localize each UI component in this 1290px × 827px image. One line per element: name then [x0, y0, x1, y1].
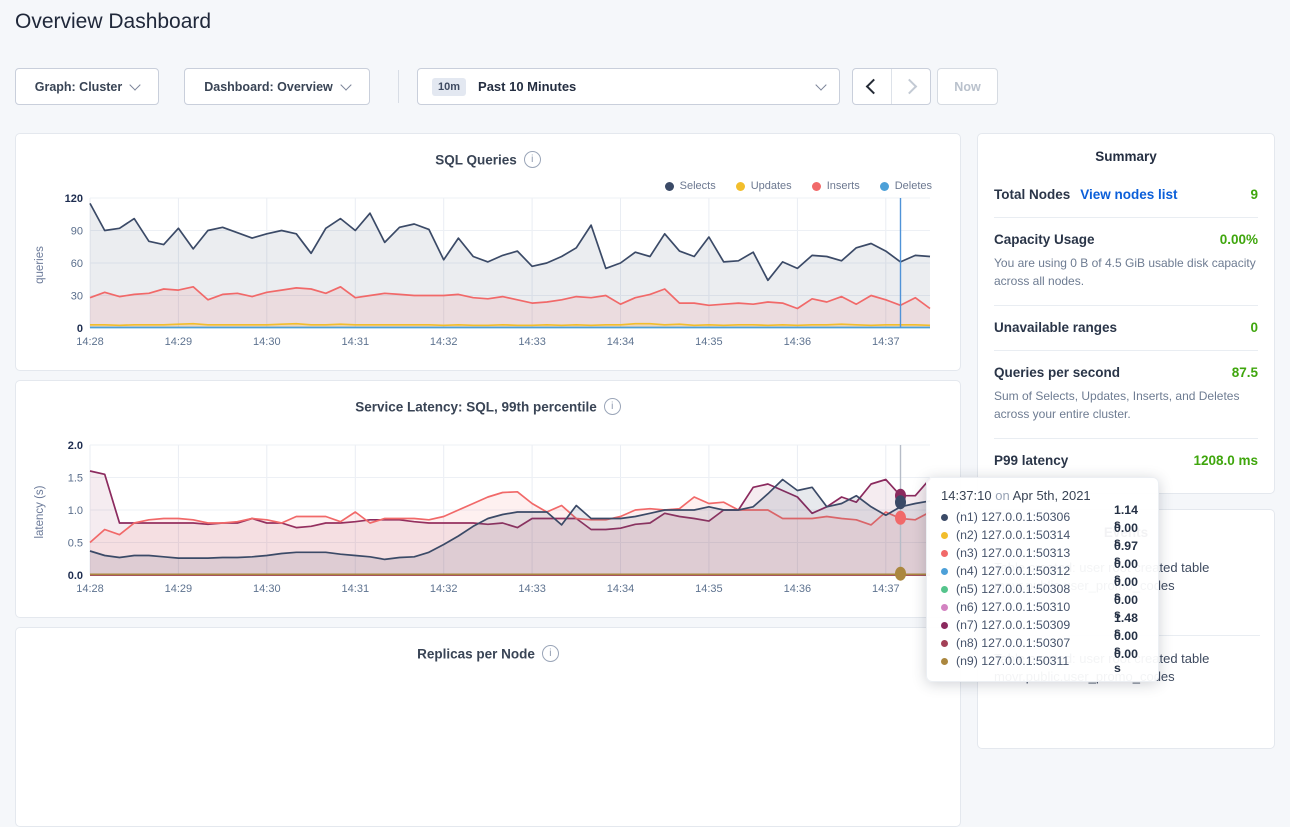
svg-text:14:33: 14:33: [518, 336, 546, 348]
chevron-right-icon: [902, 79, 918, 95]
svg-text:14:30: 14:30: [253, 336, 281, 348]
svg-text:14:28: 14:28: [76, 336, 104, 348]
series-dot-icon: [941, 568, 948, 575]
svg-text:14:35: 14:35: [695, 336, 723, 348]
series-dot-icon: [941, 640, 948, 647]
queries-per-second-value: 87.5: [1232, 365, 1258, 380]
summary-row-capacity-usage: Capacity Usage 0.00% You are using 0 B o…: [994, 218, 1258, 306]
unavailable-ranges-value: 0: [1250, 320, 1258, 335]
time-prev-button[interactable]: [853, 69, 891, 104]
chevron-left-icon: [866, 79, 882, 95]
svg-text:60: 60: [71, 258, 83, 270]
chart-title: Service Latency: SQL, 99th percentile: [355, 399, 597, 414]
service-latency-chart-panel: Service Latency: SQL, 99th percentile la…: [15, 380, 961, 618]
series-dot-icon: [941, 586, 948, 593]
svg-text:0.5: 0.5: [68, 538, 83, 550]
svg-text:14:33: 14:33: [518, 583, 546, 595]
chart-title: SQL Queries: [435, 152, 517, 167]
svg-text:14:28: 14:28: [76, 583, 104, 595]
series-dot-icon: [941, 622, 948, 629]
chart-hover-tooltip: 14:37:10 on Apr 5th, 2021 (n1) 127.0.0.1…: [926, 477, 1159, 682]
svg-text:14:29: 14:29: [165, 583, 193, 595]
svg-text:2.0: 2.0: [68, 440, 83, 452]
info-icon[interactable]: [604, 398, 621, 415]
graph-dropdown[interactable]: Graph: Cluster: [15, 68, 159, 105]
chevron-down-icon: [130, 79, 141, 90]
svg-text:14:31: 14:31: [342, 336, 370, 348]
svg-text:14:36: 14:36: [784, 336, 812, 348]
controls-divider: [398, 70, 399, 103]
time-next-button[interactable]: [891, 69, 930, 104]
dashboard-dropdown-label: Dashboard: Overview: [204, 80, 333, 94]
dashboard-dropdown[interactable]: Dashboard: Overview: [184, 68, 370, 105]
series-dot-icon: [941, 514, 948, 521]
graph-dropdown-label: Graph: Cluster: [35, 80, 123, 94]
svg-text:14:29: 14:29: [165, 336, 193, 348]
summary-title: Summary: [994, 134, 1258, 173]
svg-text:14:34: 14:34: [607, 336, 635, 348]
total-nodes-value: 9: [1250, 187, 1258, 202]
info-icon[interactable]: [542, 645, 559, 662]
chart-title: Replicas per Node: [417, 646, 535, 661]
svg-text:14:30: 14:30: [253, 583, 281, 595]
now-button[interactable]: Now: [937, 68, 998, 105]
replicas-per-node-chart-panel: Replicas per Node: [15, 627, 961, 827]
p99-latency-value: 1208.0 ms: [1193, 453, 1258, 468]
service-latency-plot[interactable]: 14:28 14:29 14:30 14:31 14:32 14:33 14:34 14:35…: [32, 437, 952, 597]
summary-panel: Summary Total Nodes View nodes list 9 Ca…: [977, 133, 1275, 494]
svg-text:14:34: 14:34: [607, 583, 635, 595]
svg-text:30: 30: [71, 291, 83, 303]
svg-text:1.0: 1.0: [68, 505, 83, 517]
summary-row-total-nodes: Total Nodes View nodes list 9: [994, 173, 1258, 218]
tooltip-timestamp: 14:37:10 on Apr 5th, 2021: [941, 488, 1144, 503]
svg-text:14:35: 14:35: [695, 583, 723, 595]
summary-row-unavailable-ranges: Unavailable ranges 0: [994, 306, 1258, 351]
info-icon[interactable]: [524, 151, 541, 168]
time-nav-group: [852, 68, 931, 105]
svg-text:14:32: 14:32: [430, 336, 458, 348]
time-range-label: Past 10 Minutes: [478, 79, 576, 94]
page-title: Overview Dashboard: [15, 10, 211, 34]
svg-text:14:36: 14:36: [784, 583, 812, 595]
series-dot-icon: [941, 658, 948, 665]
svg-text:0: 0: [77, 323, 83, 335]
svg-text:14:32: 14:32: [430, 583, 458, 595]
view-nodes-list-link[interactable]: View nodes list: [1080, 187, 1177, 202]
svg-text:90: 90: [71, 226, 83, 238]
chevron-down-icon: [340, 79, 351, 90]
summary-row-queries-per-second: Queries per second 87.5 Sum of Selects, …: [994, 351, 1258, 439]
capacity-usage-value: 0.00%: [1220, 232, 1258, 247]
tooltip-row: (n9) 127.0.0.1:503110.00 s: [941, 652, 1144, 670]
svg-text:1.5: 1.5: [68, 473, 83, 485]
sql-queries-plot[interactable]: 14:28 14:29 14:30 14:31 14:32 14:33 14:34 14:35…: [32, 190, 952, 350]
svg-text:14:37: 14:37: [872, 336, 900, 348]
chevron-down-icon: [815, 79, 826, 90]
svg-text:14:31: 14:31: [342, 583, 370, 595]
svg-text:120: 120: [65, 193, 83, 205]
svg-text:14:37: 14:37: [872, 583, 900, 595]
svg-text:0.0: 0.0: [68, 570, 83, 582]
sql-queries-chart-panel: SQL Queries Selects Updates Inserts Dele…: [15, 133, 961, 371]
series-dot-icon: [941, 532, 948, 539]
series-dot-icon: [941, 550, 948, 557]
time-range-selector[interactable]: 10m Past 10 Minutes: [417, 68, 840, 105]
time-range-badge: 10m: [432, 78, 466, 96]
series-dot-icon: [941, 604, 948, 611]
